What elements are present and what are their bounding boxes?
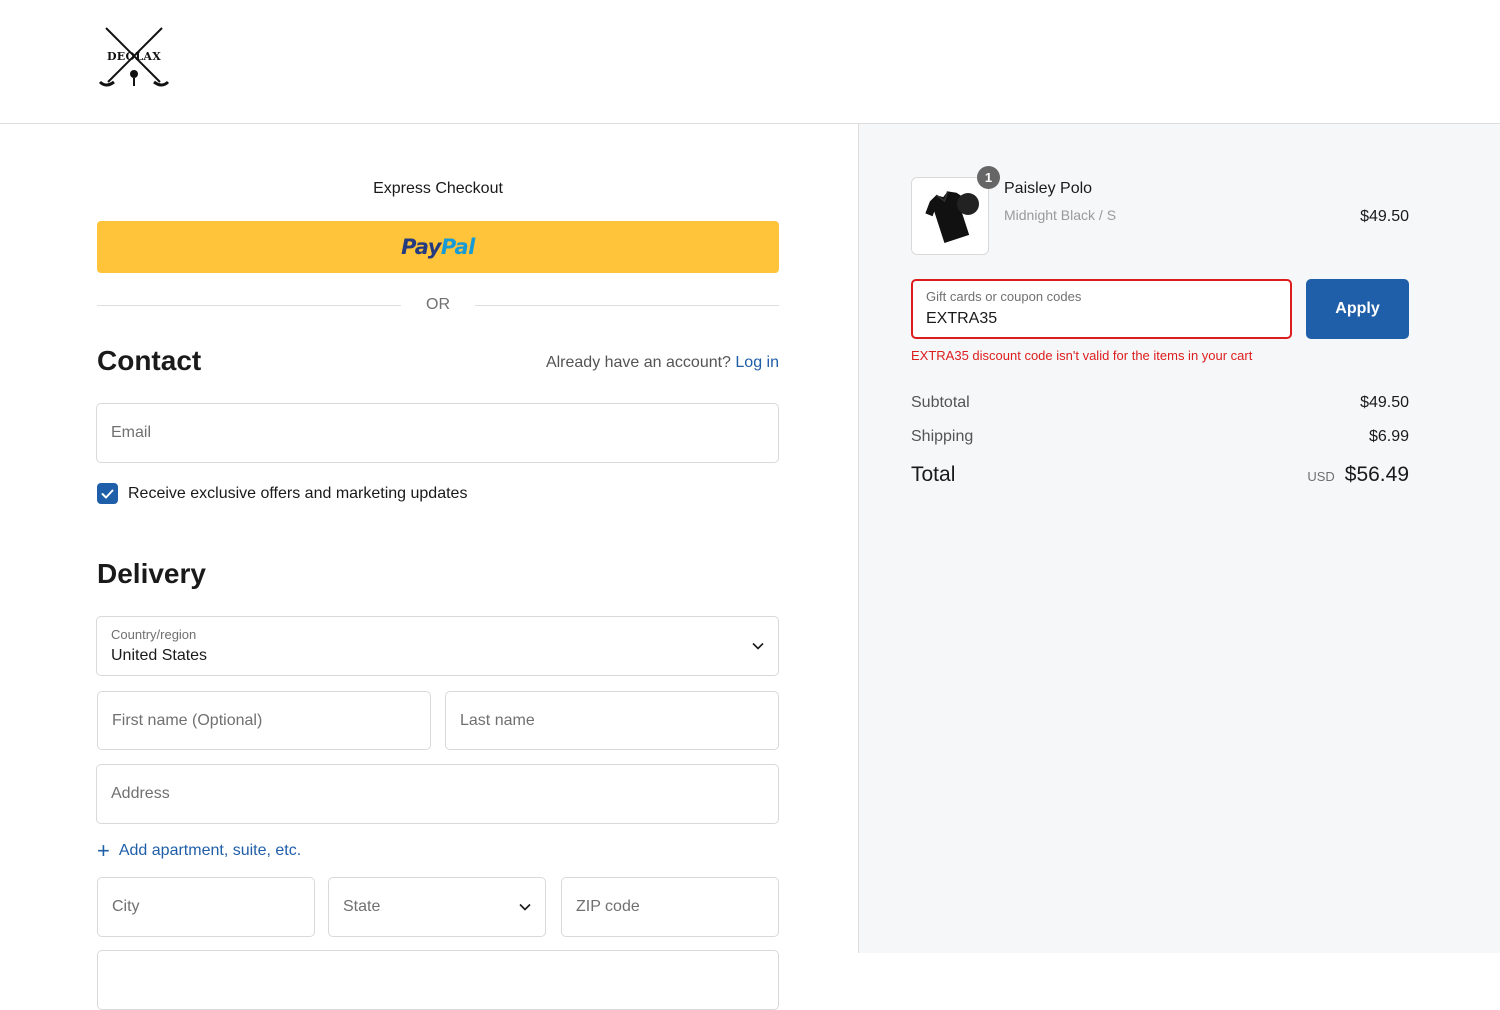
zip-placeholder: ZIP code bbox=[576, 898, 640, 915]
coupon-label: Gift cards or coupon codes bbox=[926, 289, 1082, 304]
product-variant: Midnight Black / S bbox=[1004, 207, 1117, 223]
next-field-partial[interactable] bbox=[97, 950, 779, 1010]
country-select[interactable]: Country/region United States bbox=[96, 616, 779, 676]
subtotal-label: Subtotal bbox=[911, 394, 970, 411]
shipping-row: Shipping $6.99 bbox=[911, 428, 1409, 446]
logo-text: DEOLAX bbox=[106, 50, 162, 63]
plus-icon: + bbox=[97, 838, 110, 863]
paypal-logo-pal: Pal bbox=[440, 235, 475, 259]
order-summary-panel: 1 Paisley Polo Midnight Black / S $49.50… bbox=[858, 124, 1500, 953]
product-image bbox=[911, 177, 989, 255]
currency-code: USD bbox=[1307, 469, 1335, 484]
email-field[interactable]: Email bbox=[96, 403, 779, 463]
shipping-value: $6.99 bbox=[1368, 428, 1409, 445]
delivery-title: Delivery bbox=[97, 558, 206, 589]
divider-line-left bbox=[97, 305, 401, 306]
or-text: OR bbox=[426, 296, 450, 313]
subtotal-row: Subtotal $49.50 bbox=[911, 394, 1409, 412]
coupon-error-message: EXTRA35 discount code isn't valid for th… bbox=[911, 348, 1253, 363]
brand-logo[interactable]: DEOLAX bbox=[96, 22, 172, 90]
subtotal-value: $49.50 bbox=[1360, 394, 1409, 411]
divider-line-right bbox=[475, 305, 779, 306]
paypal-button[interactable]: PayPal bbox=[97, 221, 779, 273]
account-prompt-text: Already have an account? bbox=[545, 354, 731, 371]
polo-shirt-icon bbox=[925, 191, 979, 243]
account-prompt: Already have an account? Log in bbox=[546, 354, 779, 372]
contact-title: Contact bbox=[97, 345, 202, 376]
total-row: Total USD $56.49 bbox=[911, 463, 1409, 487]
first-name-placeholder: First name (Optional) bbox=[112, 711, 263, 729]
header: DEOLAX bbox=[0, 0, 1500, 124]
or-divider: OR bbox=[97, 294, 779, 316]
paypal-logo: PayPal bbox=[401, 235, 475, 259]
checkout-form-panel: Express Checkout PayPal OR Contact Alrea… bbox=[0, 124, 858, 1010]
total-amount: USD $56.49 bbox=[1307, 463, 1409, 487]
country-label: Country/region bbox=[111, 627, 197, 642]
coupon-input[interactable]: Gift cards or coupon codes EXTRA35 bbox=[911, 279, 1292, 339]
apply-button[interactable]: Apply bbox=[1306, 279, 1409, 339]
last-name-field[interactable]: Last name bbox=[445, 691, 779, 750]
paypal-logo-pay: Pay bbox=[401, 235, 441, 259]
state-placeholder: State bbox=[343, 898, 381, 915]
chevron-down-icon bbox=[752, 642, 764, 650]
shipping-label: Shipping bbox=[911, 428, 974, 445]
marketing-checkbox[interactable] bbox=[97, 483, 118, 504]
coupon-value: EXTRA35 bbox=[926, 310, 998, 327]
login-link[interactable]: Log in bbox=[735, 354, 779, 371]
city-field[interactable]: City bbox=[97, 877, 315, 937]
quantity-badge: 1 bbox=[977, 166, 1000, 189]
marketing-label: Receive exclusive offers and marketing u… bbox=[128, 484, 468, 502]
last-name-placeholder: Last name bbox=[460, 711, 535, 729]
add-apartment-label: Add apartment, suite, etc. bbox=[118, 842, 302, 859]
express-checkout-title: Express Checkout bbox=[373, 180, 503, 197]
email-placeholder: Email bbox=[111, 424, 152, 441]
zip-field[interactable]: ZIP code bbox=[561, 877, 779, 937]
state-select[interactable]: State bbox=[328, 877, 546, 937]
address-field[interactable]: Address bbox=[96, 764, 779, 824]
first-name-field[interactable]: First name (Optional) bbox=[97, 691, 431, 750]
total-label: Total bbox=[911, 463, 956, 486]
checkmark-icon bbox=[101, 489, 114, 498]
add-apartment-link[interactable]: + Add apartment, suite, etc. bbox=[97, 840, 301, 862]
total-value: $56.49 bbox=[1344, 463, 1409, 486]
country-value: United States bbox=[111, 647, 208, 664]
product-price: $49.50 bbox=[1360, 208, 1409, 225]
address-placeholder: Address bbox=[111, 785, 170, 802]
chevron-down-icon bbox=[519, 903, 531, 911]
city-placeholder: City bbox=[112, 898, 140, 915]
marketing-opt-in[interactable]: Receive exclusive offers and marketing u… bbox=[97, 483, 467, 504]
product-name: Paisley Polo bbox=[1004, 180, 1093, 197]
